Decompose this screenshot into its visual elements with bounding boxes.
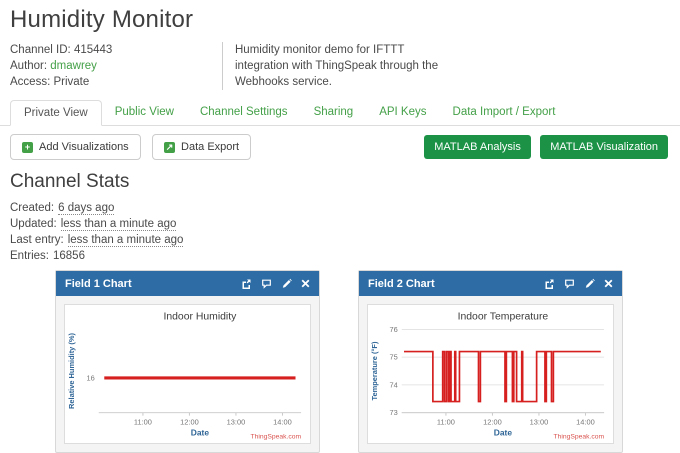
field2-panel-body: 73 74 75 76 11:00 12:00 13:00 14:00 Indoor Tempe…	[359, 296, 622, 452]
field1-panel-title: Field 1 Chart	[65, 277, 132, 290]
channel-id-label: Channel ID:	[10, 44, 71, 56]
channel-info: Channel ID: 415443 Author: dmawrey Acces…	[10, 42, 222, 90]
svg-text:16: 16	[86, 373, 94, 382]
toolbar-right: MATLAB Analysis MATLAB Visualization	[418, 135, 668, 159]
channel-id-row: Channel ID: 415443	[10, 42, 222, 58]
channel-stats: Channel Stats Created: 6 days ago Updated…	[0, 171, 680, 264]
stat-updated: Updated: less than a minute ago	[10, 216, 670, 232]
field2-panel-header[interactable]: Field 2 Chart	[359, 271, 622, 296]
channel-meta: Channel ID: 415443 Author: dmawrey Acces…	[10, 42, 668, 90]
close-icon[interactable]	[604, 279, 613, 288]
field1-panel-body: 16 11:00 12:00 13:00 14:00 Indoor Humidity Dat…	[56, 296, 319, 452]
svg-text:Indoor Temperature: Indoor Temperature	[458, 311, 549, 322]
stat-last-entry: Last entry: less than a minute ago	[10, 232, 670, 248]
svg-text:Date: Date	[494, 427, 513, 437]
channel-stats-heading: Channel Stats	[10, 171, 130, 192]
data-export-button[interactable]: ↗ Data Export	[152, 134, 252, 160]
stat-updated-value[interactable]: less than a minute ago	[60, 218, 177, 231]
stat-entries-value: 16856	[53, 250, 85, 262]
svg-text:75: 75	[389, 353, 397, 362]
tab-api-keys[interactable]: API Keys	[366, 100, 439, 126]
page-header: Humidity Monitor Channel ID: 415443 Auth…	[0, 0, 680, 90]
edit-icon[interactable]	[281, 278, 292, 289]
access-value: Private	[53, 76, 90, 88]
field2-panel-title: Field 2 Chart	[368, 277, 435, 290]
tab-channel-settings[interactable]: Channel Settings	[187, 100, 301, 126]
field2-chart-panel: Field 2 Chart 73 74 75 76 11:00 12:00 13:00 14:…	[358, 270, 623, 453]
svg-text:12:00: 12:00	[180, 418, 199, 427]
svg-text:13:00: 13:00	[530, 418, 549, 427]
svg-text:ThingSpeak.com: ThingSpeak.com	[251, 433, 302, 440]
field2-chart-box: 73 74 75 76 11:00 12:00 13:00 14:00 Indoor Tempe…	[367, 304, 614, 444]
svg-text:14:00: 14:00	[576, 418, 595, 427]
stat-created-value[interactable]: 6 days ago	[58, 202, 115, 215]
svg-text:76: 76	[389, 325, 397, 334]
chart-panels: Field 1 Chart 16 11:00 12:00 13:00 14:00 Indo…	[55, 270, 680, 453]
channel-id-value: 415443	[73, 44, 113, 56]
tab-data-import-export[interactable]: Data Import / Export	[440, 100, 569, 126]
author-label: Author:	[10, 60, 48, 72]
stat-entries-label: Entries:	[10, 250, 49, 262]
comment-icon[interactable]	[564, 278, 575, 289]
add-visualizations-label: Add Visualizations	[39, 141, 129, 153]
svg-text:14:00: 14:00	[273, 418, 292, 427]
field1-panel-icons	[241, 278, 310, 289]
close-icon[interactable]	[301, 279, 310, 288]
data-export-label: Data Export	[181, 141, 240, 153]
field2-panel-icons	[544, 278, 613, 289]
channel-description: Humidity monitor demo for IFTTT integrat…	[222, 42, 447, 90]
svg-text:12:00: 12:00	[483, 418, 502, 427]
svg-text:Temperature (°F): Temperature (°F)	[370, 341, 379, 400]
plus-icon: +	[22, 141, 33, 153]
stat-updated-label: Updated:	[10, 218, 57, 230]
field1-chart-panel: Field 1 Chart 16 11:00 12:00 13:00 14:00 Indo…	[55, 270, 320, 453]
access-label: Access:	[10, 76, 51, 88]
tab-bar: Private View Public View Channel Setting…	[0, 100, 680, 126]
access-row: Access: Private	[10, 74, 222, 90]
tab-private-view[interactable]: Private View	[10, 100, 102, 126]
tab-public-view[interactable]: Public View	[102, 100, 187, 126]
stat-last-entry-value[interactable]: less than a minute ago	[67, 234, 184, 247]
svg-text:11:00: 11:00	[437, 418, 455, 427]
svg-text:Date: Date	[191, 427, 210, 437]
popout-icon[interactable]	[241, 278, 252, 289]
popout-icon[interactable]	[544, 278, 555, 289]
field1-panel-header[interactable]: Field 1 Chart	[56, 271, 319, 296]
add-visualizations-button[interactable]: + Add Visualizations	[10, 134, 141, 160]
edit-icon[interactable]	[584, 278, 595, 289]
toolbar: + Add Visualizations ↗ Data Export MATLA…	[0, 126, 680, 168]
comment-icon[interactable]	[261, 278, 272, 289]
svg-text:ThingSpeak.com: ThingSpeak.com	[554, 433, 605, 440]
matlab-analysis-button[interactable]: MATLAB Analysis	[424, 135, 531, 159]
field1-chart: 16 11:00 12:00 13:00 14:00 Indoor Humidity Dat…	[67, 311, 302, 440]
stat-last-entry-label: Last entry:	[10, 234, 64, 246]
author-link[interactable]: dmawrey	[50, 60, 97, 72]
stat-entries: Entries: 16856	[10, 248, 670, 264]
export-icon: ↗	[164, 141, 176, 153]
field2-chart: 73 74 75 76 11:00 12:00 13:00 14:00 Indoor Tempe…	[370, 311, 605, 440]
svg-text:73: 73	[389, 408, 397, 417]
stat-created-label: Created:	[10, 202, 55, 214]
svg-text:13:00: 13:00	[227, 418, 246, 427]
matlab-visualization-button[interactable]: MATLAB Visualization	[540, 135, 668, 159]
svg-text:Relative Humidity (%): Relative Humidity (%)	[67, 333, 76, 409]
toolbar-left: + Add Visualizations ↗ Data Export	[10, 134, 259, 160]
svg-text:11:00: 11:00	[134, 418, 152, 427]
field1-chart-box: 16 11:00 12:00 13:00 14:00 Indoor Humidity Dat…	[64, 304, 311, 444]
page-title: Humidity Monitor	[10, 6, 194, 33]
svg-text:74: 74	[389, 380, 397, 389]
stat-created: Created: 6 days ago	[10, 200, 670, 216]
tab-sharing[interactable]: Sharing	[301, 100, 367, 126]
svg-text:Indoor Humidity: Indoor Humidity	[163, 311, 237, 322]
author-row: Author: dmawrey	[10, 58, 222, 74]
